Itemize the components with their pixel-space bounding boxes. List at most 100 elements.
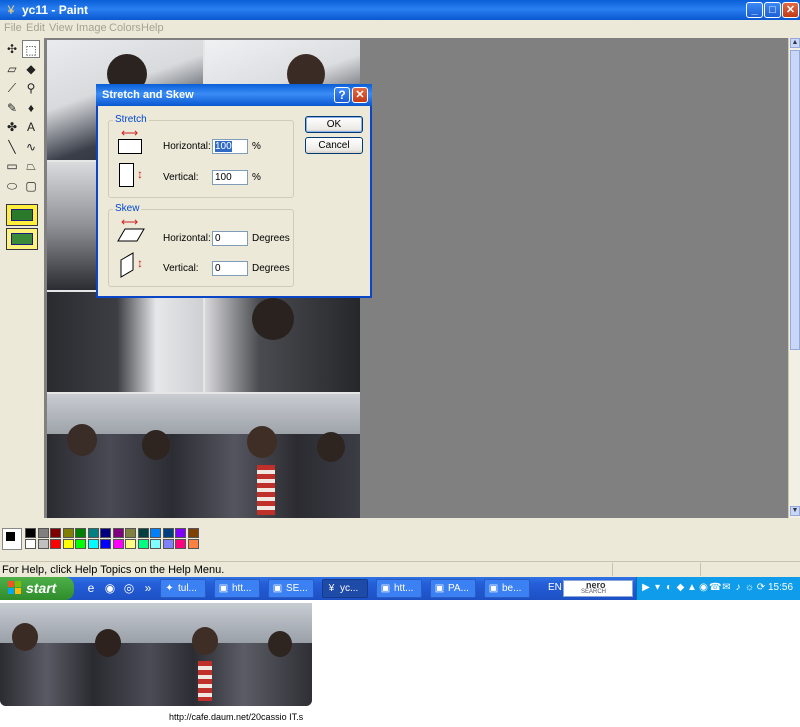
palette-swatch[interactable] bbox=[75, 528, 86, 538]
nero-search-box[interactable]: nero SEARCH bbox=[563, 580, 633, 597]
tray-icon[interactable]: ▶ bbox=[640, 582, 652, 594]
tray-icon[interactable]: ▲ bbox=[686, 582, 698, 594]
brush-icon[interactable]: ♦ bbox=[22, 99, 40, 117]
color-picker-icon[interactable]: ⟋ bbox=[3, 79, 21, 97]
palette-swatch[interactable] bbox=[87, 539, 99, 549]
line-icon[interactable]: ╲ bbox=[3, 138, 21, 156]
rectangle-icon[interactable]: ▭ bbox=[3, 157, 21, 175]
palette-swatch[interactable] bbox=[137, 528, 149, 538]
dialog-title-bar[interactable]: Stretch and Skew ? ✕ bbox=[96, 84, 372, 106]
tray-icon[interactable]: ⟳ bbox=[755, 582, 767, 594]
tray-icon[interactable]: ◉ bbox=[698, 582, 710, 594]
dialog-close-button[interactable]: ✕ bbox=[352, 87, 368, 103]
palette-swatch[interactable] bbox=[100, 539, 111, 549]
palette-swatch[interactable] bbox=[37, 539, 49, 549]
scroll-thumb[interactable] bbox=[790, 50, 800, 350]
palette-swatch[interactable] bbox=[100, 528, 111, 538]
skew-horizontal-arrow-icon: ⟷ bbox=[121, 215, 139, 229]
tray-icon[interactable]: ◆ bbox=[675, 582, 687, 594]
skew-vertical-input[interactable]: 0 bbox=[212, 261, 248, 276]
tray-icon[interactable]: ◐ bbox=[663, 582, 675, 594]
firefox-quicklaunch-icon[interactable]: ◉ bbox=[103, 581, 117, 595]
skew-horizontal-label: Horizontal: bbox=[163, 233, 211, 244]
menu-help[interactable]: Help bbox=[141, 22, 164, 34]
select-icon[interactable]: ⬚ bbox=[22, 40, 40, 58]
tray-icon[interactable]: ☎ bbox=[709, 582, 721, 594]
scroll-up-icon[interactable]: ▲ bbox=[790, 38, 800, 48]
palette-swatch[interactable] bbox=[50, 528, 61, 538]
palette-swatch[interactable] bbox=[175, 528, 186, 538]
text-icon[interactable]: A bbox=[22, 118, 40, 136]
tray-icon[interactable]: ♪ bbox=[732, 582, 744, 594]
taskbar-button[interactable]: ▣ htt... bbox=[376, 579, 422, 598]
opaque-select-option-icon[interactable] bbox=[6, 228, 38, 250]
palette-swatch[interactable] bbox=[162, 528, 174, 538]
stretch-horizontal-input[interactable]: 100 bbox=[212, 139, 248, 154]
tray-icon[interactable]: ▾ bbox=[652, 582, 664, 594]
maximize-button[interactable]: □ bbox=[764, 2, 781, 18]
polygon-icon[interactable]: ⏢ bbox=[22, 157, 40, 175]
ok-button[interactable]: OK bbox=[305, 116, 363, 133]
fill-bucket-icon[interactable]: ◆ bbox=[22, 60, 40, 78]
vertical-scrollbar[interactable]: ▲ ▼ bbox=[788, 38, 800, 518]
menu-view[interactable]: View bbox=[49, 22, 73, 34]
close-button[interactable]: ✕ bbox=[782, 2, 799, 18]
ellipse-icon[interactable]: ⬭ bbox=[3, 177, 21, 195]
palette-swatch[interactable] bbox=[62, 528, 74, 538]
scroll-down-icon[interactable]: ▼ bbox=[790, 506, 800, 516]
palette-swatch[interactable] bbox=[187, 539, 199, 549]
skew-horizontal-input[interactable]: 0 bbox=[212, 231, 248, 246]
eraser-icon[interactable]: ▱ bbox=[3, 60, 21, 78]
help-button[interactable]: ? bbox=[334, 87, 350, 103]
nero-search-label: SEARCH bbox=[581, 589, 607, 595]
palette-swatch[interactable] bbox=[150, 528, 161, 538]
stretch-vertical-input[interactable]: 100 bbox=[212, 170, 248, 185]
clock[interactable]: 15:56 bbox=[768, 582, 793, 593]
pencil-icon[interactable]: ✎ bbox=[3, 99, 21, 117]
palette-swatch[interactable] bbox=[75, 539, 86, 549]
taskbar-button[interactable]: ▣ htt... bbox=[214, 579, 260, 598]
window-title: yc11 - Paint bbox=[22, 3, 89, 17]
palette-swatch[interactable] bbox=[150, 539, 161, 549]
transparent-select-option-icon[interactable] bbox=[6, 204, 38, 226]
palette-swatch[interactable] bbox=[187, 528, 199, 538]
language-indicator[interactable]: EN bbox=[548, 582, 562, 593]
rounded-rectangle-icon[interactable]: ▢ bbox=[22, 177, 40, 195]
palette-swatch[interactable] bbox=[50, 539, 61, 549]
stretch-horizontal-label: Horizontal: bbox=[163, 141, 211, 152]
magnifier-icon[interactable]: ⚲ bbox=[22, 79, 40, 97]
tray-icon[interactable]: ✉ bbox=[721, 582, 733, 594]
palette-swatch[interactable] bbox=[175, 539, 186, 549]
palette-swatch[interactable] bbox=[112, 528, 124, 538]
tray-icon[interactable]: ☼ bbox=[744, 582, 756, 594]
ie-quicklaunch-icon[interactable]: e bbox=[84, 581, 98, 595]
menu-colors[interactable]: Colors bbox=[109, 22, 141, 34]
palette-swatch[interactable] bbox=[87, 528, 99, 538]
title-bar[interactable]: ¥ yc11 - Paint _ □ ✕ bbox=[0, 0, 800, 20]
palette-swatch[interactable] bbox=[162, 539, 174, 549]
media-quicklaunch-icon[interactable]: ◎ bbox=[122, 581, 136, 595]
start-button[interactable]: start bbox=[0, 577, 74, 600]
taskbar-button[interactable]: ▣ SE... bbox=[268, 579, 314, 598]
menu-image[interactable]: Image bbox=[76, 22, 107, 34]
airbrush-icon[interactable]: ✤ bbox=[3, 118, 21, 136]
palette-swatch[interactable] bbox=[25, 528, 36, 538]
taskbar-button[interactable]: ✦ tul... bbox=[160, 579, 206, 598]
curve-icon[interactable]: ∿ bbox=[22, 138, 40, 156]
palette-swatch[interactable] bbox=[112, 539, 124, 549]
menu-file[interactable]: File bbox=[4, 22, 22, 34]
taskbar-button[interactable]: ▣ be... bbox=[484, 579, 530, 598]
palette-swatch[interactable] bbox=[37, 528, 49, 538]
menu-edit[interactable]: Edit bbox=[26, 22, 45, 34]
cancel-button[interactable]: Cancel bbox=[305, 137, 363, 154]
palette-swatch[interactable] bbox=[62, 539, 74, 549]
palette-swatch[interactable] bbox=[125, 539, 136, 549]
palette-swatch[interactable] bbox=[125, 528, 136, 538]
minimize-button[interactable]: _ bbox=[746, 2, 763, 18]
taskbar-button[interactable]: ¥ yc... bbox=[322, 579, 368, 598]
more-quicklaunch-icon[interactable]: » bbox=[141, 581, 155, 595]
palette-swatch[interactable] bbox=[25, 539, 36, 549]
free-form-select-icon[interactable]: ✣ bbox=[3, 40, 21, 58]
palette-swatch[interactable] bbox=[137, 539, 149, 549]
taskbar-button[interactable]: ▣ PA... bbox=[430, 579, 476, 598]
